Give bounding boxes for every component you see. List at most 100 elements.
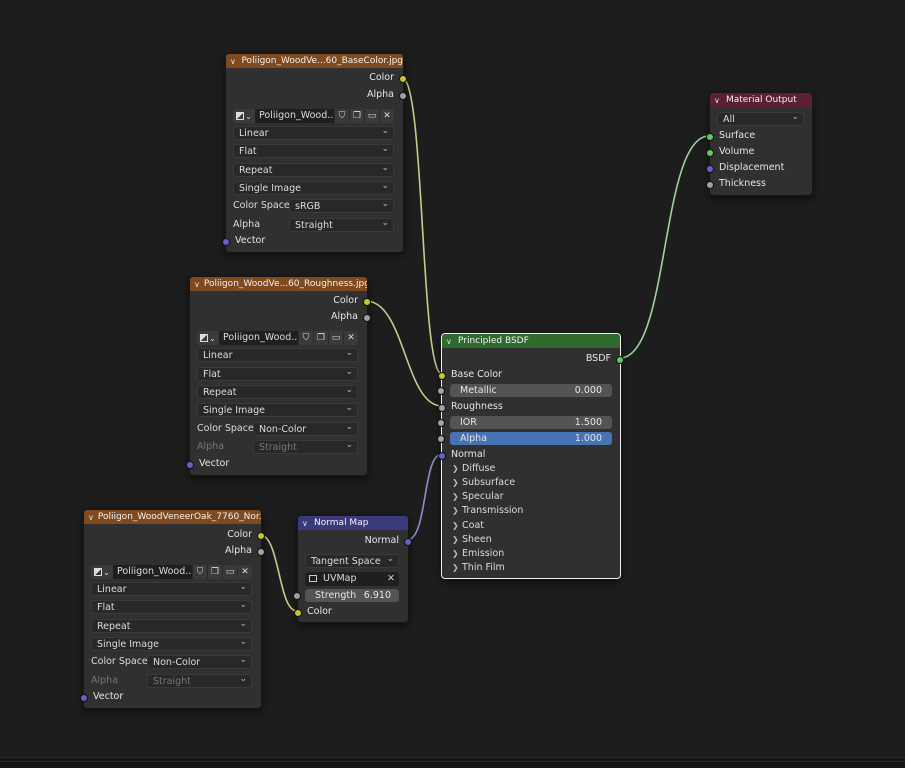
link-normaltex-to-normalmap[interactable]	[259, 534, 298, 612]
output-socket-alpha[interactable]	[257, 548, 265, 556]
color-space-dropdown[interactable]: Non-Color	[253, 422, 358, 436]
output-socket-color[interactable]	[363, 298, 371, 306]
target-dropdown[interactable]: All	[717, 112, 804, 126]
output-socket-alpha[interactable]	[399, 92, 407, 100]
source-dropdown[interactable]: Single Image	[233, 181, 394, 195]
output-socket-color[interactable]	[257, 532, 265, 540]
output-socket-color[interactable]	[399, 75, 407, 83]
image-selector[interactable]: ⌄ Poliigon_Wood... ⛉ ❐ ▭ ✕	[233, 109, 394, 123]
source-dropdown[interactable]: Single Image	[197, 403, 358, 417]
alpha-slider[interactable]: Alpha 1.000	[437, 432, 612, 445]
metallic-slider[interactable]: Metallic 0.000	[437, 384, 612, 397]
node-header[interactable]: ∨ Normal Map	[298, 516, 408, 530]
panel-subsurface[interactable]: ❯ Subsurface	[452, 476, 515, 490]
image-name-field[interactable]: Poliigon_Wood...	[113, 565, 192, 579]
color-space-dropdown[interactable]: Non-Color	[147, 655, 252, 669]
input-socket-roughness[interactable]	[438, 404, 446, 412]
image-selector[interactable]: ⌄ Poliigon_Wood... ⛉ ❐ ▭ ✕	[197, 331, 358, 345]
principled-bsdf-node[interactable]: ∨ Principled BSDF BSDF Base Color Metalli…	[437, 333, 624, 579]
chevron-down-icon[interactable]: ∨	[714, 96, 722, 105]
projection-dropdown[interactable]: Flat	[91, 600, 252, 614]
interpolation-dropdown[interactable]: Linear	[91, 582, 252, 596]
source-dropdown[interactable]: Single Image	[91, 637, 252, 651]
node-header[interactable]: ∨ Poliigon_WoodVe...60_BaseColor.jpg	[226, 54, 403, 68]
material-output-node[interactable]: ∨ Material Output All Surface Volume Disp…	[706, 92, 813, 196]
node-header[interactable]: ∨ Principled BSDF	[442, 334, 620, 348]
close-icon[interactable]: ✕	[379, 109, 394, 123]
projection-dropdown[interactable]: Flat	[233, 144, 394, 158]
output-socket-bsdf[interactable]	[616, 356, 624, 364]
projection-dropdown[interactable]: Flat	[197, 367, 358, 381]
input-socket-ior[interactable]	[437, 419, 445, 427]
input-socket-thickness[interactable]	[706, 181, 714, 189]
close-icon[interactable]: ✕	[343, 331, 358, 345]
node-header[interactable]: ∨ Poliigon_WoodVe...60_Roughness.jpg	[190, 277, 367, 291]
output-socket-alpha[interactable]	[363, 314, 371, 322]
chevron-down-icon[interactable]: ∨	[446, 337, 454, 346]
input-socket-vector[interactable]	[80, 694, 88, 702]
image-name-field[interactable]: Poliigon_Wood...	[255, 109, 334, 123]
input-socket-vector[interactable]	[186, 461, 194, 469]
image-name-field[interactable]: Poliigon_Wood...	[219, 331, 298, 345]
panel-coat[interactable]: ❯ Coat	[452, 519, 484, 533]
panel-diffuse[interactable]: ❯ Diffuse	[452, 462, 495, 476]
input-socket-base-color[interactable]	[438, 372, 446, 380]
ior-slider[interactable]: IOR 1.500	[437, 416, 612, 429]
strength-slider[interactable]: Strength 6.910	[293, 589, 399, 602]
node-header[interactable]: ∨ Material Output	[710, 93, 812, 107]
chevron-down-icon[interactable]: ∨	[230, 57, 237, 66]
image-texture-node-roughness[interactable]: ∨ Poliigon_WoodVe...60_Roughness.jpg Colo…	[186, 276, 371, 476]
duplicate-icon[interactable]: ❐	[207, 565, 222, 579]
link-normalmap-to-normal[interactable]	[406, 453, 443, 541]
link-roughness-to-roughness[interactable]	[365, 300, 443, 407]
panel-specular[interactable]: ❯ Specular	[452, 490, 504, 504]
input-socket-normal[interactable]	[438, 452, 446, 460]
chevron-down-icon[interactable]: ∨	[88, 513, 94, 522]
input-socket-volume[interactable]	[706, 149, 714, 157]
input-socket-color[interactable]	[294, 609, 302, 617]
image-browse-icon[interactable]: ⌄	[91, 565, 113, 579]
extension-dropdown[interactable]: Repeat	[233, 163, 394, 177]
input-socket-displacement[interactable]	[706, 165, 714, 173]
image-texture-node-normal[interactable]: ∨ Poliigon_WoodVeneerOak_7760_Nor... Colo…	[80, 509, 265, 709]
space-dropdown[interactable]: Tangent Space	[305, 554, 399, 568]
image-selector[interactable]: ⌄ Poliigon_Wood... ⛉ ❐ ▭ ✕	[91, 565, 252, 579]
image-browse-icon[interactable]: ⌄	[233, 109, 255, 123]
close-icon[interactable]: ✕	[237, 565, 252, 579]
extension-dropdown[interactable]: Repeat	[91, 619, 252, 633]
interpolation-dropdown[interactable]: Linear	[233, 126, 394, 140]
normal-map-node[interactable]: ∨Normal Map Normal Tangent Space UVMap✕ …	[293, 515, 412, 623]
input-socket-vector[interactable]	[222, 238, 230, 246]
output-socket-normal[interactable]	[404, 538, 412, 546]
link-bsdf-to-surface[interactable]	[619, 135, 710, 359]
image-texture-node-basecolor[interactable]: ∨ Poliigon_WoodVe...60_BaseColor.jpg Colo…	[222, 53, 407, 253]
chevron-down-icon[interactable]: ∨	[302, 519, 310, 528]
duplicate-icon[interactable]: ❐	[349, 109, 364, 123]
panel-emission[interactable]: ❯ Emission	[452, 547, 504, 561]
open-folder-icon[interactable]: ▭	[364, 109, 379, 123]
fake-user-shield-icon[interactable]: ⛉	[298, 331, 313, 345]
input-socket-alpha[interactable]	[437, 435, 445, 443]
open-folder-icon[interactable]: ▭	[222, 565, 237, 579]
uv-map-field[interactable]: UVMap ✕	[305, 572, 399, 586]
input-socket-metallic[interactable]	[437, 387, 445, 395]
panel-thin-film[interactable]: ❯ Thin Film	[452, 561, 505, 575]
fake-user-shield-icon[interactable]: ⛉	[192, 565, 207, 579]
color-space-dropdown[interactable]: sRGB	[289, 199, 394, 213]
input-socket-strength[interactable]	[293, 592, 301, 600]
panel-sheen[interactable]: ❯ Sheen	[452, 533, 492, 547]
node-header[interactable]: ∨ Poliigon_WoodVeneerOak_7760_Nor...	[84, 510, 261, 524]
alpha-mode-dropdown[interactable]: Straight	[147, 674, 252, 688]
panel-transmission[interactable]: ❯ Transmission	[452, 504, 523, 518]
alpha-mode-dropdown[interactable]: Straight	[289, 218, 394, 232]
alpha-mode-dropdown[interactable]: Straight	[253, 440, 358, 454]
chevron-down-icon[interactable]: ∨	[194, 280, 200, 289]
open-folder-icon[interactable]: ▭	[328, 331, 343, 345]
input-socket-surface[interactable]	[706, 133, 714, 141]
image-browse-icon[interactable]: ⌄	[197, 331, 219, 345]
close-icon[interactable]: ✕	[387, 572, 395, 586]
extension-dropdown[interactable]: Repeat	[197, 385, 358, 399]
link-basecolor-to-base-color[interactable]	[401, 77, 443, 375]
interpolation-dropdown[interactable]: Linear	[197, 348, 358, 362]
fake-user-shield-icon[interactable]: ⛉	[334, 109, 349, 123]
